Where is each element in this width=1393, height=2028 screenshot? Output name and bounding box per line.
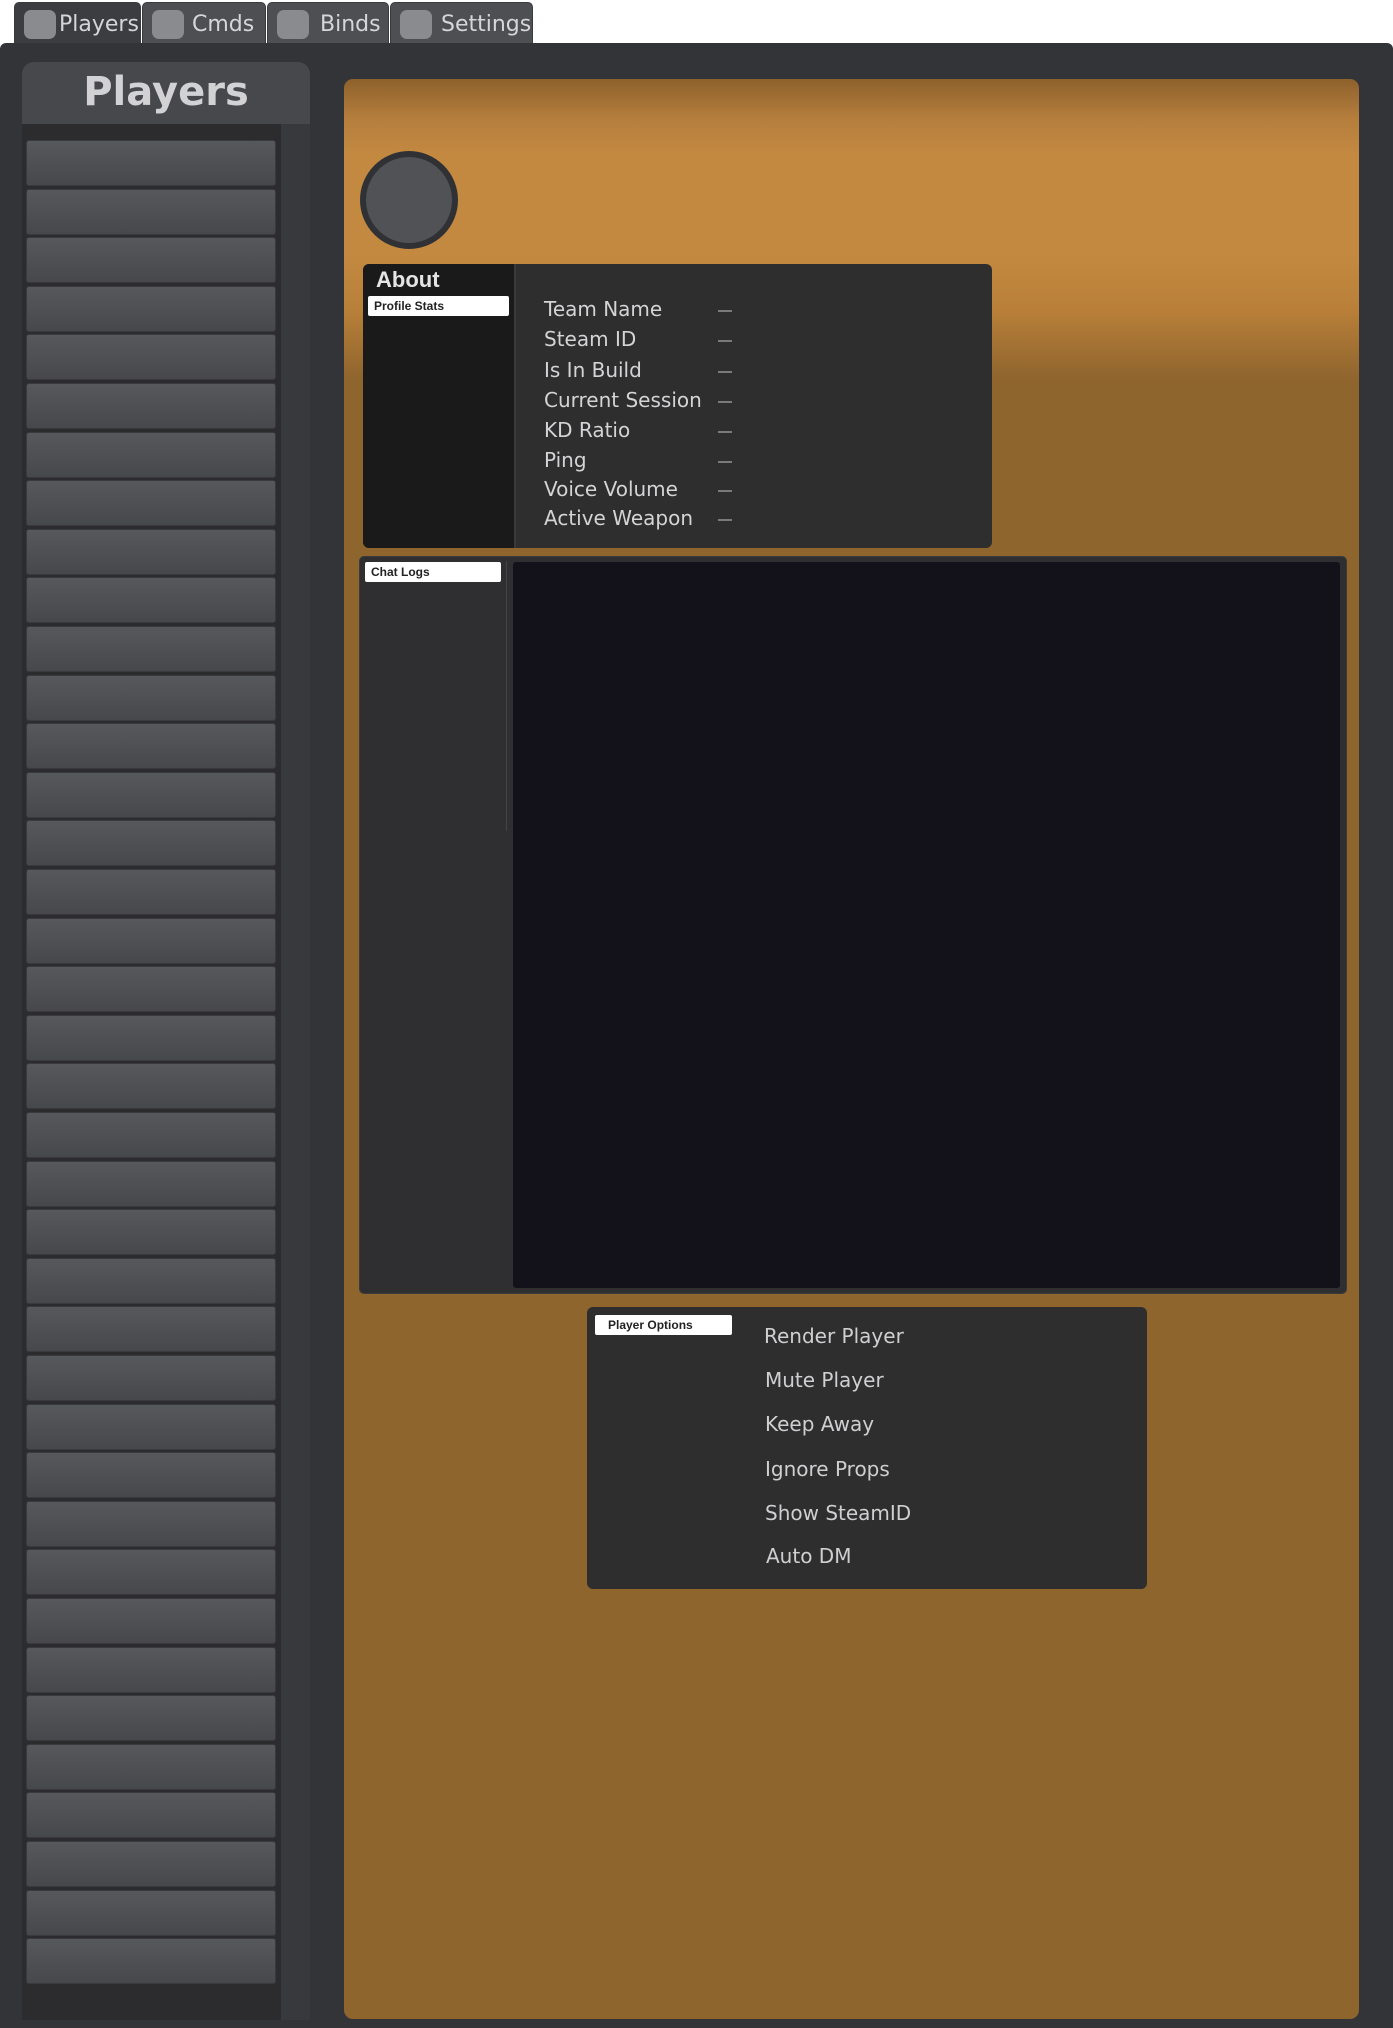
- stat-label: Voice Volume: [544, 477, 678, 501]
- stat-value-dash: [718, 490, 732, 492]
- stat-value-dash: [718, 519, 732, 521]
- sidebar-scrollbar[interactable]: [281, 124, 310, 2020]
- divider: [514, 264, 516, 548]
- option-mute-player[interactable]: Mute Player: [765, 1368, 884, 1392]
- tab-settings[interactable]: Settings: [390, 2, 533, 44]
- stat-value-dash: [718, 431, 732, 433]
- stat-value-dash: [718, 310, 732, 312]
- option-keep-away[interactable]: Keep Away: [765, 1412, 874, 1436]
- tab-settings-label: Settings: [441, 12, 532, 37]
- player-row[interactable]: [26, 675, 276, 721]
- player-row[interactable]: [26, 1598, 276, 1644]
- player-options-panel: Player Options Render Player Mute Player K…: [587, 1307, 1147, 1589]
- binds-icon: [277, 10, 309, 39]
- stat-label: Active Weapon: [544, 506, 693, 530]
- player-row[interactable]: [26, 237, 276, 283]
- player-row[interactable]: [26, 1112, 276, 1158]
- avatar: [360, 151, 458, 249]
- settings-icon: [400, 10, 432, 39]
- player-row[interactable]: [26, 1404, 276, 1450]
- player-row[interactable]: [26, 1063, 276, 1109]
- player-row[interactable]: [26, 626, 276, 672]
- player-row[interactable]: [26, 1549, 276, 1595]
- tab-binds-label: Binds: [320, 12, 381, 37]
- player-profile-panel: About Profile Stats Team Name Steam ID Is …: [344, 79, 1359, 2019]
- player-row[interactable]: [26, 1744, 276, 1790]
- stat-label: Steam ID: [544, 327, 637, 351]
- player-row[interactable]: [26, 577, 276, 623]
- player-row[interactable]: [26, 1161, 276, 1207]
- player-row[interactable]: [26, 1209, 276, 1255]
- stat-value-dash: [718, 371, 732, 373]
- about-panel: About Profile Stats Team Name Steam ID Is …: [363, 264, 992, 548]
- chat-logs-label: Chat Logs: [365, 562, 501, 582]
- player-row[interactable]: [26, 723, 276, 769]
- player-row[interactable]: [26, 1452, 276, 1498]
- player-row[interactable]: [26, 1355, 276, 1401]
- player-row[interactable]: [26, 334, 276, 380]
- about-sidebar: About Profile Stats: [363, 264, 514, 548]
- player-row[interactable]: [26, 820, 276, 866]
- tab-players-label: Players: [59, 12, 139, 37]
- option-auto-dm[interactable]: Auto DM: [766, 1544, 851, 1568]
- player-row[interactable]: [26, 383, 276, 429]
- player-row[interactable]: [26, 966, 276, 1012]
- players-sidebar: Players: [22, 62, 310, 2020]
- tab-bar: Players Cmds Binds Settings: [0, 0, 540, 44]
- sidebar-title: Players: [83, 69, 249, 115]
- stat-label: Team Name: [544, 297, 663, 321]
- player-row[interactable]: [26, 529, 276, 575]
- player-row[interactable]: [26, 480, 276, 526]
- stat-label: KD Ratio: [544, 418, 631, 442]
- player-row[interactable]: [26, 1695, 276, 1741]
- player-row[interactable]: [26, 189, 276, 235]
- player-row[interactable]: [26, 772, 276, 818]
- player-options-label: Player Options: [595, 1315, 732, 1335]
- chat-logs-panel: Chat Logs: [359, 556, 1347, 1294]
- option-render-player[interactable]: Render Player: [764, 1324, 904, 1348]
- chat-log-area[interactable]: [513, 562, 1340, 1288]
- tab-cmds[interactable]: Cmds: [142, 2, 266, 44]
- player-row[interactable]: [26, 1890, 276, 1936]
- tab-players[interactable]: Players: [14, 2, 141, 44]
- option-show-steamid[interactable]: Show SteamID: [765, 1501, 911, 1525]
- player-row[interactable]: [26, 432, 276, 478]
- player-row[interactable]: [26, 869, 276, 915]
- player-row[interactable]: [26, 918, 276, 964]
- player-row[interactable]: [26, 1015, 276, 1061]
- player-row[interactable]: [26, 1841, 276, 1887]
- stat-value-dash: [718, 401, 732, 403]
- player-row[interactable]: [26, 140, 276, 186]
- players-icon: [24, 10, 56, 39]
- cmds-icon: [152, 10, 184, 39]
- tab-cmds-label: Cmds: [192, 12, 255, 37]
- about-title: About: [376, 267, 440, 292]
- player-row[interactable]: [26, 1306, 276, 1352]
- player-row[interactable]: [26, 286, 276, 332]
- player-row[interactable]: [26, 1792, 276, 1838]
- divider: [506, 561, 507, 831]
- player-row[interactable]: [26, 1647, 276, 1693]
- sidebar-header: Players: [22, 62, 310, 124]
- stat-value-dash: [718, 461, 732, 463]
- tab-binds[interactable]: Binds: [267, 2, 389, 44]
- player-row[interactable]: [26, 1938, 276, 1984]
- player-row[interactable]: [26, 1258, 276, 1304]
- stat-label: Ping: [544, 448, 587, 472]
- stat-value-dash: [718, 340, 732, 342]
- player-row[interactable]: [26, 1501, 276, 1547]
- profile-stats-label: Profile Stats: [368, 296, 509, 316]
- option-ignore-props[interactable]: Ignore Props: [765, 1457, 890, 1481]
- stat-label: Is In Build: [544, 358, 642, 382]
- stat-label: Current Session: [544, 388, 702, 412]
